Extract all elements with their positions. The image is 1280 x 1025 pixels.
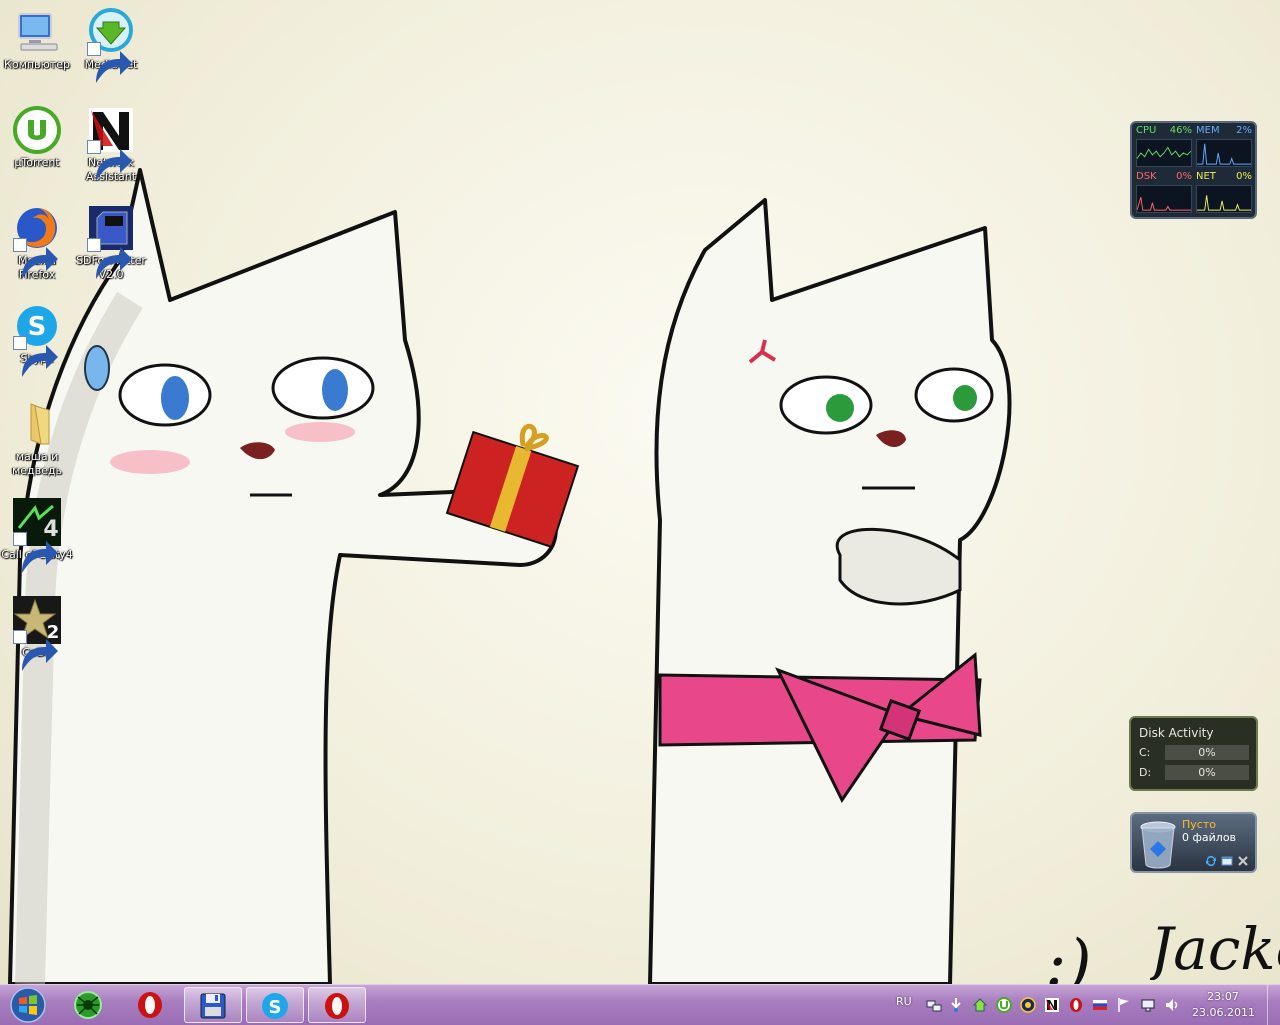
action-center-flag-icon[interactable] (1116, 997, 1132, 1013)
mem-value: 2% (1236, 125, 1252, 136)
disk-row-d: D: (1139, 766, 1151, 779)
cod2-icon: 2 (13, 596, 61, 671)
svg-text::): :) (1045, 927, 1092, 984)
network-assistant-icon (87, 106, 135, 181)
utorrent-tray-icon[interactable] (996, 997, 1012, 1013)
open-bin-icon[interactable] (1221, 855, 1233, 867)
cpu-label: CPU (1136, 125, 1157, 136)
drive-c-bar: 0% (1165, 745, 1249, 760)
shortcut-arrow-icon (87, 140, 132, 181)
opera-tray-icon[interactable] (1068, 997, 1084, 1013)
desktop-icon-folder-masha[interactable]: маша и медведь (0, 400, 74, 478)
show-desktop-button[interactable] (1267, 985, 1280, 1025)
network-status-icon[interactable] (1140, 997, 1156, 1013)
desktop-icon-network-assistant[interactable]: Network Assistant (74, 106, 148, 184)
desktop-icon-label: маша и медведь (11, 450, 62, 477)
desktop-icon-call-of-duty4[interactable]: 4 Call of Duty4 (0, 498, 74, 573)
utorrent-icon (13, 106, 61, 154)
net-graph (1196, 185, 1252, 213)
network-tray-icon[interactable] (926, 997, 942, 1013)
disk-row-c: C: (1139, 746, 1150, 759)
net-meter: NET 0% (1194, 171, 1252, 214)
drive-d-bar: 0% (1165, 765, 1249, 780)
desktop-icon-label: Компьютер (4, 58, 70, 71)
shortcut-arrow-icon (13, 532, 58, 573)
windows-start-icon (10, 987, 46, 1023)
language-indicator[interactable]: RU (896, 995, 912, 1008)
desktop-icon-label: µTorrent (14, 156, 60, 169)
disk-activity-title: Disk Activity (1139, 726, 1214, 740)
folder-icon (13, 400, 61, 448)
recycle-bin-status: Пусто (1182, 818, 1216, 831)
recycle-bin-icon (1138, 819, 1178, 869)
desktop-wallpaper: :) (8, 168, 1092, 984)
desktop-icon-mediaget[interactable]: MediaGet (74, 8, 148, 83)
shortcut-arrow-icon (87, 42, 132, 83)
dsk-meter: DSK 0% (1134, 171, 1192, 214)
net-label: NET (1196, 171, 1216, 182)
dsk-graph (1136, 185, 1192, 213)
empty-bin-icon[interactable] (1237, 855, 1249, 867)
opera-icon (138, 992, 162, 1018)
shortcut-arrow-icon (13, 336, 58, 377)
recycle-bin-count: 0 файлов (1182, 831, 1237, 844)
skype-icon: S (13, 302, 61, 377)
taskbar-button-opera-2[interactable] (308, 987, 366, 1023)
disk-activity-gadget[interactable]: Disk Activity C: 0% D: 0% (1129, 716, 1258, 791)
desktop-icon-cod2[interactable]: 2 CoD2 (0, 596, 74, 671)
dsk-label: DSK (1136, 171, 1157, 182)
wallpaper-signature: Jacke (1150, 918, 1280, 980)
clock[interactable]: 23:07 23.06.2011 (1192, 989, 1255, 1021)
drive-label: D: (1139, 766, 1152, 779)
opera-icon (325, 993, 349, 1019)
mem-meter: MEM 2% (1194, 125, 1252, 168)
shortcut-arrow-icon (13, 630, 58, 671)
floppy-disk-icon (200, 993, 226, 1019)
usb-tray-icon[interactable] (948, 997, 964, 1013)
desktop-icon-utorrent[interactable]: µTorrent (0, 106, 74, 170)
drive-label: C: (1139, 746, 1151, 759)
display-tray-icon[interactable] (1020, 997, 1036, 1013)
sdformatter-icon (87, 204, 135, 279)
cpu-value: 46% (1169, 125, 1192, 136)
clock-date: 23.06.2011 (1192, 1006, 1255, 1019)
shortcut-arrow-icon (13, 238, 58, 279)
desktop-icon-skype[interactable]: S Skype (0, 302, 74, 377)
refresh-icon[interactable] (1205, 855, 1217, 867)
volume-icon[interactable] (1164, 997, 1180, 1013)
network-assistant-tray-icon[interactable] (1044, 997, 1060, 1013)
start-button[interactable] (2, 985, 56, 1025)
system-monitor-gadget[interactable]: CPU 46% MEM 2% DSK 0% NET 0% (1130, 121, 1257, 219)
taskbar: S RU 23:07 23.06.2011 (0, 984, 1280, 1025)
desktop-icon-sdformatter[interactable]: SDFormatter V2.0 (74, 204, 148, 282)
russian-flag-icon[interactable] (1092, 997, 1108, 1013)
taskbar-button-opera[interactable] (122, 987, 180, 1023)
skype-icon: S (262, 993, 288, 1019)
svg-text:S: S (269, 997, 282, 1018)
clock-time: 23:07 (1207, 990, 1239, 1003)
dsk-value: 0% (1176, 171, 1192, 182)
mem-graph (1196, 139, 1252, 167)
taskbar-button-spider-app[interactable] (60, 987, 118, 1023)
system-tray: RU 23:07 23.06.2011 (890, 985, 1280, 1025)
call-of-duty4-icon: 4 (13, 498, 61, 573)
spider-app-icon (74, 991, 102, 1019)
recycle-bin-gadget[interactable]: Пусто 0 файлов (1130, 812, 1257, 873)
shortcut-arrow-icon (87, 238, 132, 279)
home-tray-icon[interactable] (972, 997, 988, 1013)
net-value: 0% (1236, 171, 1252, 182)
firefox-icon (13, 204, 61, 279)
mediaget-icon (87, 8, 135, 83)
mem-label: MEM (1196, 125, 1220, 136)
cpu-graph (1136, 139, 1192, 167)
computer-icon (13, 8, 61, 56)
cpu-meter: CPU 46% (1134, 125, 1192, 168)
taskbar-button-skype[interactable]: S (246, 987, 304, 1023)
desktop-icon-firefox[interactable]: Mozilla Firefox (0, 204, 74, 282)
desktop-icon-computer[interactable]: Компьютер (0, 8, 74, 72)
taskbar-button-floppy[interactable] (184, 987, 242, 1023)
